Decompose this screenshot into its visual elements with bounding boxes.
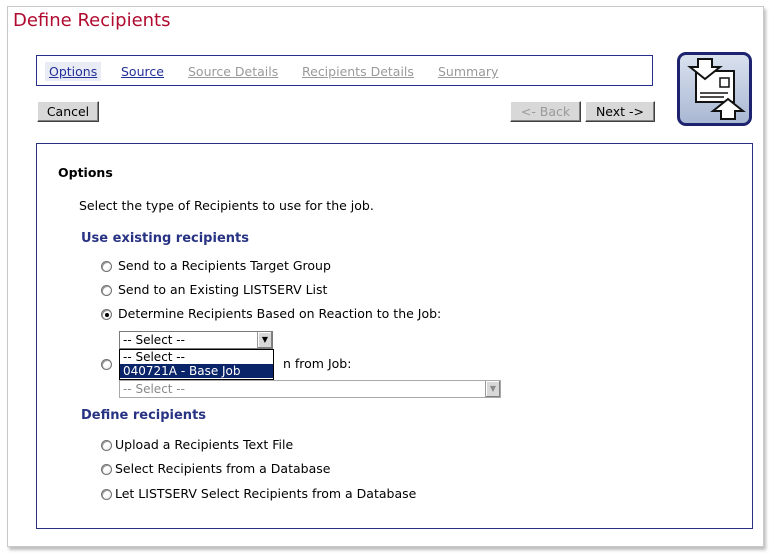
- tab-source[interactable]: Source: [121, 64, 164, 79]
- wizard-tab-bar: Options Source Source Details Recipients…: [36, 55, 653, 86]
- radio-from-job[interactable]: [101, 359, 112, 370]
- radio-target-group[interactable]: [101, 261, 112, 272]
- radio-reaction[interactable]: [101, 309, 112, 320]
- dropdown-arrow-icon: ▼: [485, 381, 500, 397]
- radio-select-database[interactable]: [101, 464, 112, 475]
- tab-summary: Summary: [438, 64, 499, 79]
- dropdown-option-highlighted[interactable]: 040721A - Base Job: [120, 364, 273, 378]
- transfer-card-icon: [677, 52, 752, 126]
- next-button[interactable]: Next ->: [585, 101, 655, 122]
- tab-recipients-details: Recipients Details: [302, 64, 414, 79]
- option-label-listserv-database: Let LISTSERV Select Recipients from a Da…: [115, 486, 417, 501]
- options-heading: Options: [58, 165, 113, 180]
- option-label-select-database: Select Recipients from a Database: [115, 461, 331, 476]
- radio-listserv-list[interactable]: [101, 285, 112, 296]
- option-label-reaction: Determine Recipients Based on Reaction t…: [118, 306, 442, 321]
- back-button: <- Back: [510, 101, 581, 122]
- tab-source-details: Source Details: [188, 64, 279, 79]
- section-title-existing: Use existing recipients: [81, 231, 249, 246]
- dropdown-arrow-icon[interactable]: ▼: [257, 332, 272, 348]
- reaction-job-select-value: -- Select --: [123, 333, 185, 347]
- reaction-job-select[interactable]: -- Select -- ▼: [119, 331, 273, 349]
- source-job-select-value: -- Select --: [123, 382, 185, 396]
- radio-upload-file[interactable]: [101, 440, 112, 451]
- option-label-from-job: n from Job:: [283, 356, 352, 371]
- section-title-define: Define recipients: [81, 408, 207, 423]
- cancel-button[interactable]: Cancel: [37, 101, 99, 122]
- tab-options[interactable]: Options: [45, 62, 102, 81]
- dropdown-option[interactable]: -- Select --: [120, 350, 273, 364]
- option-label-upload-file: Upload a Recipients Text File: [115, 437, 294, 452]
- reaction-job-dropdown-list[interactable]: -- Select -- 040721A - Base Job: [119, 349, 274, 380]
- radio-listserv-database[interactable]: [101, 489, 112, 500]
- option-label-target-group: Send to a Recipients Target Group: [118, 258, 331, 273]
- instruction-text: Select the type of Recipients to use for…: [79, 198, 374, 213]
- source-job-select: -- Select -- ▼: [119, 380, 501, 398]
- option-label-listserv-list: Send to an Existing LISTSERV List: [118, 282, 328, 297]
- page-title: Define Recipients: [13, 10, 171, 31]
